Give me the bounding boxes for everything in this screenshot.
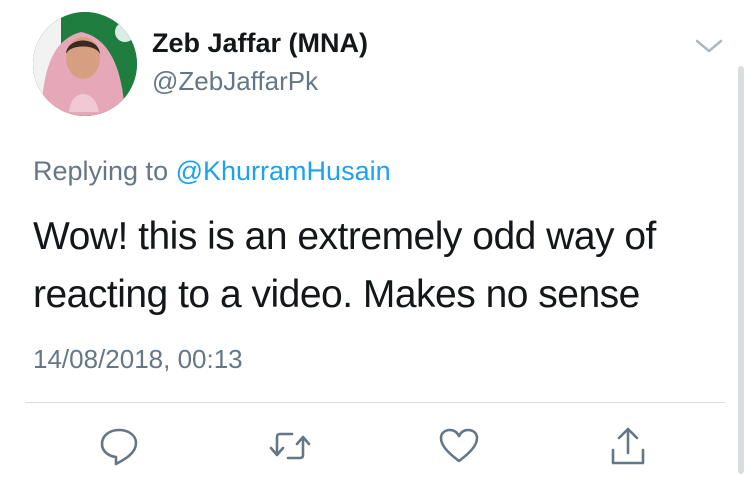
divider <box>25 402 725 403</box>
user-handle[interactable]: @ZebJaffarPk <box>152 66 318 97</box>
replying-to-mention[interactable]: @KhurramHusain <box>176 156 391 186</box>
replying-to-label: Replying to <box>33 156 169 186</box>
replying-to-line: Replying to @KhurramHusain <box>33 156 391 187</box>
scrollbar[interactable] <box>738 66 744 474</box>
tweet-text: Wow! this is an extremely odd way of rea… <box>33 215 656 316</box>
share-icon[interactable] <box>606 424 650 468</box>
avatar-image <box>33 12 137 116</box>
reply-icon[interactable] <box>97 424 141 468</box>
avatar[interactable] <box>33 12 137 116</box>
chevron-down-icon[interactable] <box>694 36 724 56</box>
retweet-icon[interactable] <box>268 424 312 468</box>
like-icon[interactable] <box>437 424 481 468</box>
tweet-timestamp[interactable]: 14/08/2018, 00:13 <box>33 344 243 375</box>
display-name[interactable]: Zeb Jaffar (MNA) <box>152 28 368 59</box>
